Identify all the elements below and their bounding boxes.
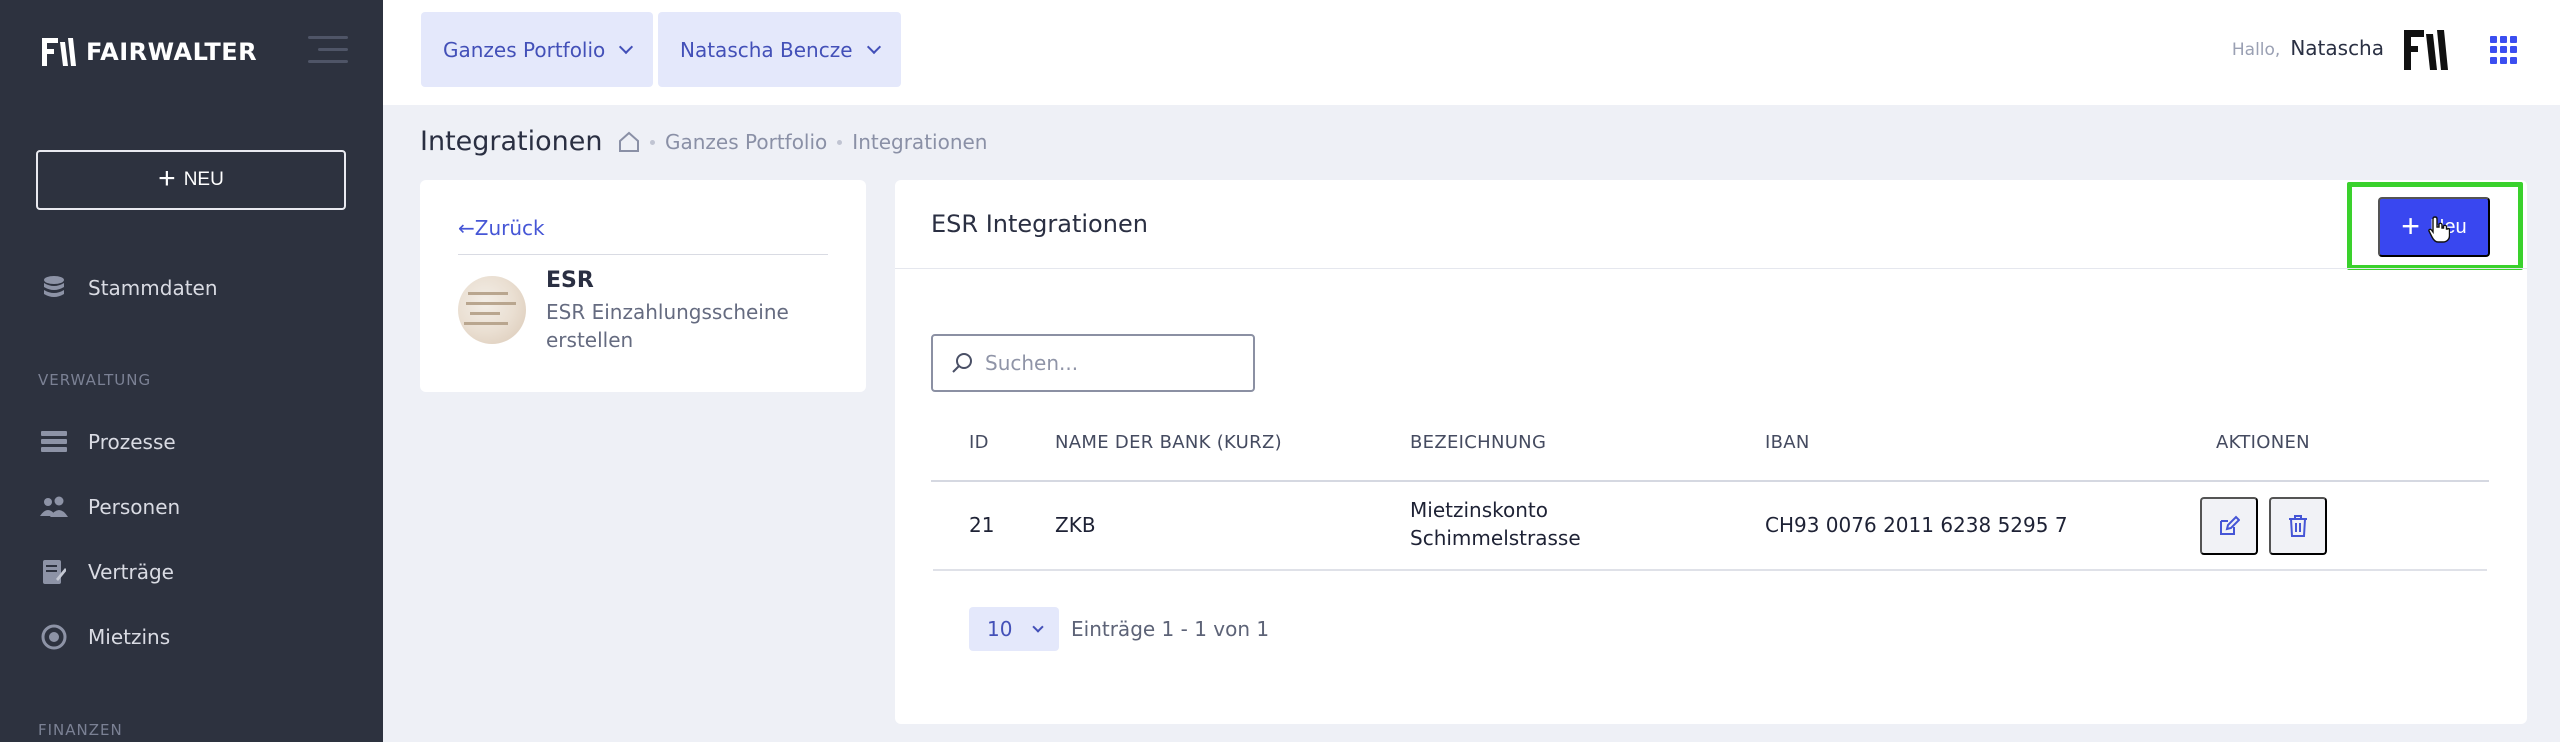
sidebar-item-stammdaten[interactable]: Stammdaten bbox=[40, 274, 218, 302]
esr-integrations-card: ESR Integrationen + Neu ID NAME DER BANK… bbox=[895, 180, 2527, 724]
sidebar-item-personen[interactable]: Personen bbox=[40, 493, 180, 521]
column-header-bank[interactable]: NAME DER BANK (KURZ) bbox=[1055, 432, 1282, 453]
integration-description: ESR Einzahlungsscheine erstellen bbox=[546, 300, 789, 352]
database-icon bbox=[40, 274, 68, 302]
cell-bezeichnung-line2: Schimmelstrasse bbox=[1410, 526, 1581, 550]
trash-icon bbox=[2289, 515, 2307, 537]
apps-grid-icon[interactable] bbox=[2490, 36, 2518, 64]
home-icon[interactable] bbox=[618, 131, 640, 153]
divider bbox=[458, 254, 828, 255]
cell-bezeichnung-line1: Mietzinskonto bbox=[1410, 498, 1548, 522]
greeting-name: Natascha bbox=[2290, 36, 2384, 60]
contract-icon bbox=[40, 558, 68, 586]
card-header-divider bbox=[895, 268, 2527, 269]
brand-name: FAIRWALTER bbox=[86, 38, 258, 66]
back-link[interactable]: ←Zurück bbox=[458, 216, 545, 240]
table-row-divider bbox=[933, 569, 2487, 571]
topbar: Ganzes Portfolio Natascha Bencze Hallo, … bbox=[383, 0, 2560, 105]
cell-bank: ZKB bbox=[1055, 513, 1096, 537]
breadcrumb-item[interactable]: Integrationen bbox=[852, 130, 987, 154]
rent-icon bbox=[40, 623, 68, 651]
entries-info: Einträge 1 - 1 von 1 bbox=[1071, 617, 1270, 641]
breadcrumb: Ganzes Portfolio Integrationen bbox=[618, 130, 987, 154]
integration-info-card: ←Zurück ESR ESR Einzahlungsscheine erste… bbox=[420, 180, 866, 392]
new-button-highlight: + Neu bbox=[2347, 182, 2523, 270]
user-select-label: Natascha Bencze bbox=[680, 37, 853, 62]
sidebar-item-mietzins[interactable]: Mietzins bbox=[40, 623, 170, 651]
section-verwaltung: VERWALTUNG bbox=[38, 371, 152, 389]
processes-icon bbox=[40, 428, 68, 456]
fairwalter-logo-icon bbox=[42, 38, 76, 66]
breadcrumb-separator bbox=[650, 139, 655, 145]
table-header-divider bbox=[931, 480, 2489, 482]
sidebar-item-label: Personen bbox=[88, 495, 181, 519]
integration-title: ESR bbox=[546, 268, 594, 293]
page-size-value: 10 bbox=[987, 617, 1013, 641]
page-size-select[interactable]: 10 bbox=[969, 607, 1059, 651]
sidebar-item-label: Verträge bbox=[88, 560, 174, 584]
back-link-label: Zurück bbox=[474, 216, 545, 240]
sidebar-new-label: NEU bbox=[183, 169, 224, 190]
people-icon bbox=[40, 493, 68, 521]
cell-id: 21 bbox=[969, 513, 995, 537]
breadcrumb-item[interactable]: Ganzes Portfolio bbox=[665, 130, 827, 154]
edit-icon bbox=[2220, 515, 2240, 535]
plus-icon: + bbox=[158, 162, 176, 195]
user-greeting: Hallo, Natascha bbox=[2232, 36, 2384, 60]
user-avatar-icon[interactable] bbox=[2402, 28, 2450, 72]
column-header-bezeichnung[interactable]: BEZEICHNUNG bbox=[1410, 432, 1546, 453]
sidebar-item-label: Stammdaten bbox=[88, 276, 218, 300]
sidebar-new-button[interactable]: + NEU bbox=[36, 150, 346, 210]
chevron-down-icon bbox=[866, 39, 881, 54]
chevron-down-icon bbox=[619, 39, 634, 54]
delete-button[interactable] bbox=[2269, 497, 2327, 555]
greeting-prefix: Hallo, bbox=[2231, 40, 2281, 60]
sidebar-item-vertraege[interactable]: Verträge bbox=[40, 558, 174, 586]
cell-iban: CH93 0076 2011 6238 5295 7 bbox=[1765, 513, 2068, 537]
column-header-iban[interactable]: IBAN bbox=[1765, 432, 1810, 453]
user-select[interactable]: Natascha Bencze bbox=[658, 12, 901, 87]
edit-button[interactable] bbox=[2200, 497, 2258, 555]
card-title: ESR Integrationen bbox=[931, 210, 1148, 238]
section-finanzen: FINANZEN bbox=[38, 721, 123, 739]
search-icon bbox=[952, 353, 972, 373]
hand-cursor-icon bbox=[2428, 216, 2450, 243]
column-header-id[interactable]: ID bbox=[969, 432, 989, 453]
sidebar-item-prozesse[interactable]: Prozesse bbox=[40, 428, 176, 456]
portfolio-select-label: Ganzes Portfolio bbox=[443, 37, 606, 62]
search-box[interactable] bbox=[931, 334, 1255, 392]
page-title: Integrationen bbox=[420, 126, 603, 157]
sidebar: FAIRWALTER + NEU Stammdaten VERWALTUNG P… bbox=[0, 0, 383, 742]
portfolio-select[interactable]: Ganzes Portfolio bbox=[421, 12, 654, 87]
search-input[interactable] bbox=[985, 351, 1235, 375]
brand-logo[interactable]: FAIRWALTER bbox=[40, 34, 257, 70]
sidebar-item-label: Prozesse bbox=[88, 430, 176, 454]
column-header-aktionen: AKTIONEN bbox=[2216, 432, 2310, 453]
breadcrumb-separator bbox=[837, 139, 843, 145]
chevron-down-icon bbox=[1032, 620, 1045, 633]
plus-icon: + bbox=[2401, 207, 2420, 244]
sidebar-item-label: Mietzins bbox=[88, 625, 171, 649]
menu-toggle-icon[interactable] bbox=[308, 36, 348, 64]
arrow-left-icon: ← bbox=[458, 216, 475, 240]
esr-thumbnail bbox=[458, 276, 526, 344]
